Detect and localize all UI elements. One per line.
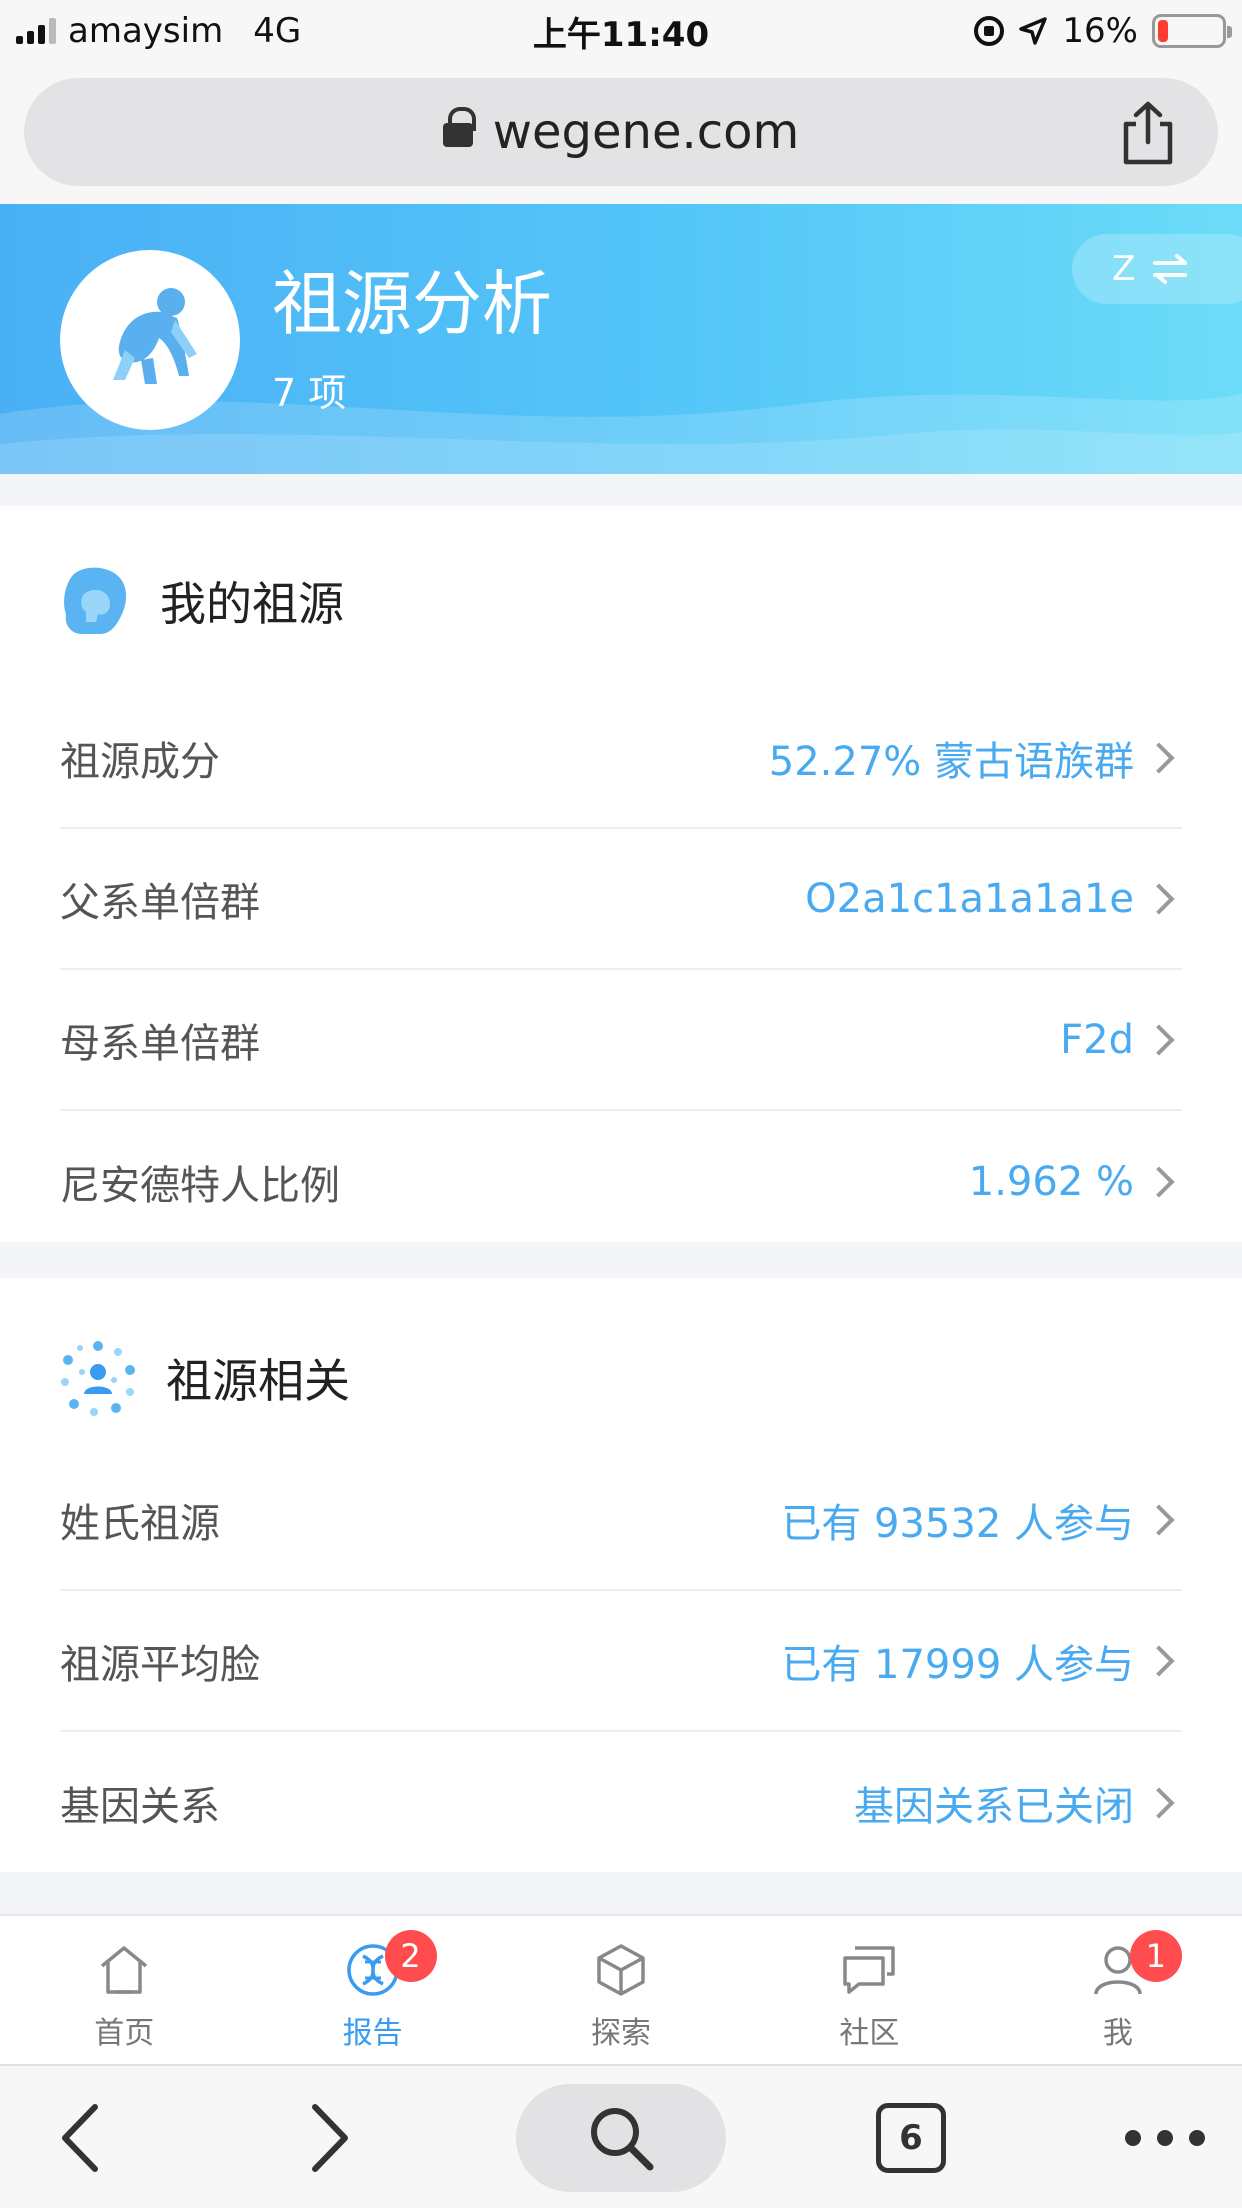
url-text: wegene.com bbox=[492, 104, 800, 160]
row-value: 基因关系已关闭 bbox=[854, 1783, 1134, 1830]
search-icon bbox=[591, 2108, 654, 2171]
network-type: 4G bbox=[253, 11, 302, 51]
row-value: 52.27% 蒙古语族群 bbox=[768, 738, 1134, 785]
chevron-right-icon bbox=[1143, 1503, 1175, 1536]
tab-report[interactable]: 2 报告 bbox=[248, 1916, 496, 2064]
row-value: F2d bbox=[1060, 1016, 1134, 1063]
status-left: amaysim 4G bbox=[16, 11, 436, 51]
tabs-count: 6 bbox=[876, 2103, 946, 2173]
address-bar-container: wegene.com bbox=[0, 62, 1242, 204]
browser-toolbar: 6 bbox=[0, 2064, 1242, 2208]
notification-badge: 2 bbox=[384, 1930, 437, 1982]
item-count: 7 项 bbox=[272, 371, 347, 415]
row-right: 已有 93532 人参与 bbox=[781, 1491, 1182, 1549]
rotation-lock-icon bbox=[974, 16, 1005, 46]
section-header: 我的祖源 bbox=[60, 564, 344, 638]
tab-home[interactable]: 首页 bbox=[0, 1916, 248, 2064]
row-value: 已有 93532 人参与 bbox=[781, 1500, 1134, 1547]
tab-label: 我 bbox=[1102, 2016, 1133, 2051]
signal-icon bbox=[16, 18, 56, 44]
tab-label: 探索 bbox=[591, 2016, 652, 2051]
tab-label: 社区 bbox=[839, 2016, 900, 2051]
tab-explore[interactable]: 探索 bbox=[497, 1916, 745, 2064]
row-surname-ancestry[interactable]: 姓氏祖源 已有 93532 人参与 bbox=[60, 1450, 1182, 1591]
chevron-left-icon bbox=[62, 2104, 98, 2172]
tab-me[interactable]: 1 我 bbox=[994, 1916, 1242, 2064]
chevron-right-icon bbox=[1143, 1023, 1175, 1056]
row-maternal-haplogroup[interactable]: 母系单倍群 F2d bbox=[60, 970, 1182, 1111]
address-bar[interactable]: wegene.com bbox=[24, 78, 1218, 186]
section-title: 我的祖源 bbox=[160, 577, 344, 631]
chevron-right-icon bbox=[1143, 1786, 1175, 1819]
row-label: 母系单倍群 bbox=[60, 1020, 260, 1067]
more-dots-icon bbox=[1125, 2130, 1205, 2146]
carrier-name: amaysim bbox=[68, 11, 224, 51]
search-button[interactable] bbox=[516, 2084, 726, 2192]
status-right: 16% bbox=[806, 11, 1232, 51]
status-time: 上午11:40 bbox=[532, 14, 710, 55]
ancestry-head-icon bbox=[64, 567, 127, 634]
chevron-right-icon bbox=[1143, 1644, 1175, 1677]
row-right: O2a1c1a1a1a1e bbox=[805, 876, 1182, 922]
row-right: 1.962 % bbox=[969, 1159, 1182, 1205]
chevron-right-icon bbox=[1143, 741, 1175, 774]
row-label: 姓氏祖源 bbox=[60, 1500, 220, 1547]
ancestry-avatar bbox=[60, 250, 240, 430]
page: amaysim 4G 上午11:40 16% wegene.com 祖源分析 7… bbox=[0, 0, 1242, 2208]
row-label: 尼安德特人比例 bbox=[60, 1162, 340, 1209]
row-right: 已有 17999 人参与 bbox=[781, 1632, 1182, 1690]
tab-bar: 首页 2 报告 探索 社区 1 我 bbox=[0, 1914, 1242, 2064]
battery-fill bbox=[1158, 20, 1168, 42]
network-people-icon bbox=[61, 1341, 135, 1416]
row-neanderthal-ratio[interactable]: 尼安德特人比例 1.962 % bbox=[60, 1111, 1182, 1252]
section-header: 祖源相关 bbox=[60, 1340, 350, 1416]
row-right: F2d bbox=[1060, 1017, 1182, 1063]
row-right: 52.27% 蒙古语族群 bbox=[769, 729, 1182, 787]
row-average-face[interactable]: 祖源平均脸 已有 17999 人参与 bbox=[60, 1591, 1182, 1732]
row-paternal-haplogroup[interactable]: 父系单倍群 O2a1c1a1a1a1e bbox=[60, 829, 1182, 970]
notification-badge: 1 bbox=[1129, 1930, 1182, 1982]
row-label: 父系单倍群 bbox=[60, 879, 260, 926]
row-label: 祖源平均脸 bbox=[60, 1641, 260, 1688]
chat-icon bbox=[843, 1946, 896, 1994]
row-genetic-relations[interactable]: 基因关系 基因关系已关闭 bbox=[60, 1732, 1182, 1873]
row-right: 基因关系已关闭 bbox=[854, 1774, 1182, 1832]
row-value: 1.962 % bbox=[968, 1158, 1134, 1205]
chevron-right-icon bbox=[312, 2104, 348, 2172]
ape-icon bbox=[113, 288, 197, 384]
tabs-button[interactable]: 6 bbox=[866, 2084, 956, 2192]
tab-label: 首页 bbox=[94, 2016, 155, 2051]
more-button[interactable] bbox=[1120, 2084, 1210, 2192]
cube-icon bbox=[597, 1944, 645, 1996]
header-banner: 祖源分析 7 项 Z bbox=[0, 204, 1242, 474]
forward-button[interactable] bbox=[290, 2084, 370, 2192]
page-title: 祖源分析 bbox=[272, 263, 552, 345]
row-value: O2a1c1a1a1a1e bbox=[805, 875, 1134, 922]
back-button[interactable] bbox=[40, 2084, 120, 2192]
share-icon[interactable] bbox=[1118, 100, 1178, 166]
row-value: 已有 17999 人参与 bbox=[781, 1641, 1134, 1688]
section-title: 祖源相关 bbox=[166, 1354, 350, 1408]
chevron-right-icon bbox=[1143, 1165, 1175, 1198]
battery-icon bbox=[1152, 14, 1232, 48]
row-ancestry-composition[interactable]: 祖源成分 52.27% 蒙古语族群 bbox=[60, 688, 1182, 829]
swap-arrows-icon bbox=[1153, 254, 1188, 284]
language-toggle-label: Z bbox=[1112, 249, 1136, 289]
language-toggle-button[interactable]: Z bbox=[1072, 234, 1242, 304]
section-my-ancestry: 我的祖源 祖源成分 52.27% 蒙古语族群 父系单倍群 O2a1c1a1a1a… bbox=[0, 506, 1242, 1242]
row-label: 基因关系 bbox=[60, 1783, 220, 1830]
row-label: 祖源成分 bbox=[60, 738, 220, 785]
status-bar: amaysim 4G 上午11:40 16% bbox=[0, 0, 1242, 62]
chevron-right-icon bbox=[1143, 882, 1175, 915]
home-icon bbox=[101, 1946, 148, 1994]
padlock-icon bbox=[442, 107, 476, 153]
location-arrow-icon bbox=[1019, 17, 1048, 45]
battery-percent: 16% bbox=[1062, 11, 1138, 51]
tab-community[interactable]: 社区 bbox=[745, 1916, 993, 2064]
section-ancestry-related: 祖源相关 姓氏祖源 已有 93532 人参与 祖源平均脸 已有 17999 人参… bbox=[0, 1278, 1242, 1872]
tab-label: 报告 bbox=[342, 2016, 403, 2051]
